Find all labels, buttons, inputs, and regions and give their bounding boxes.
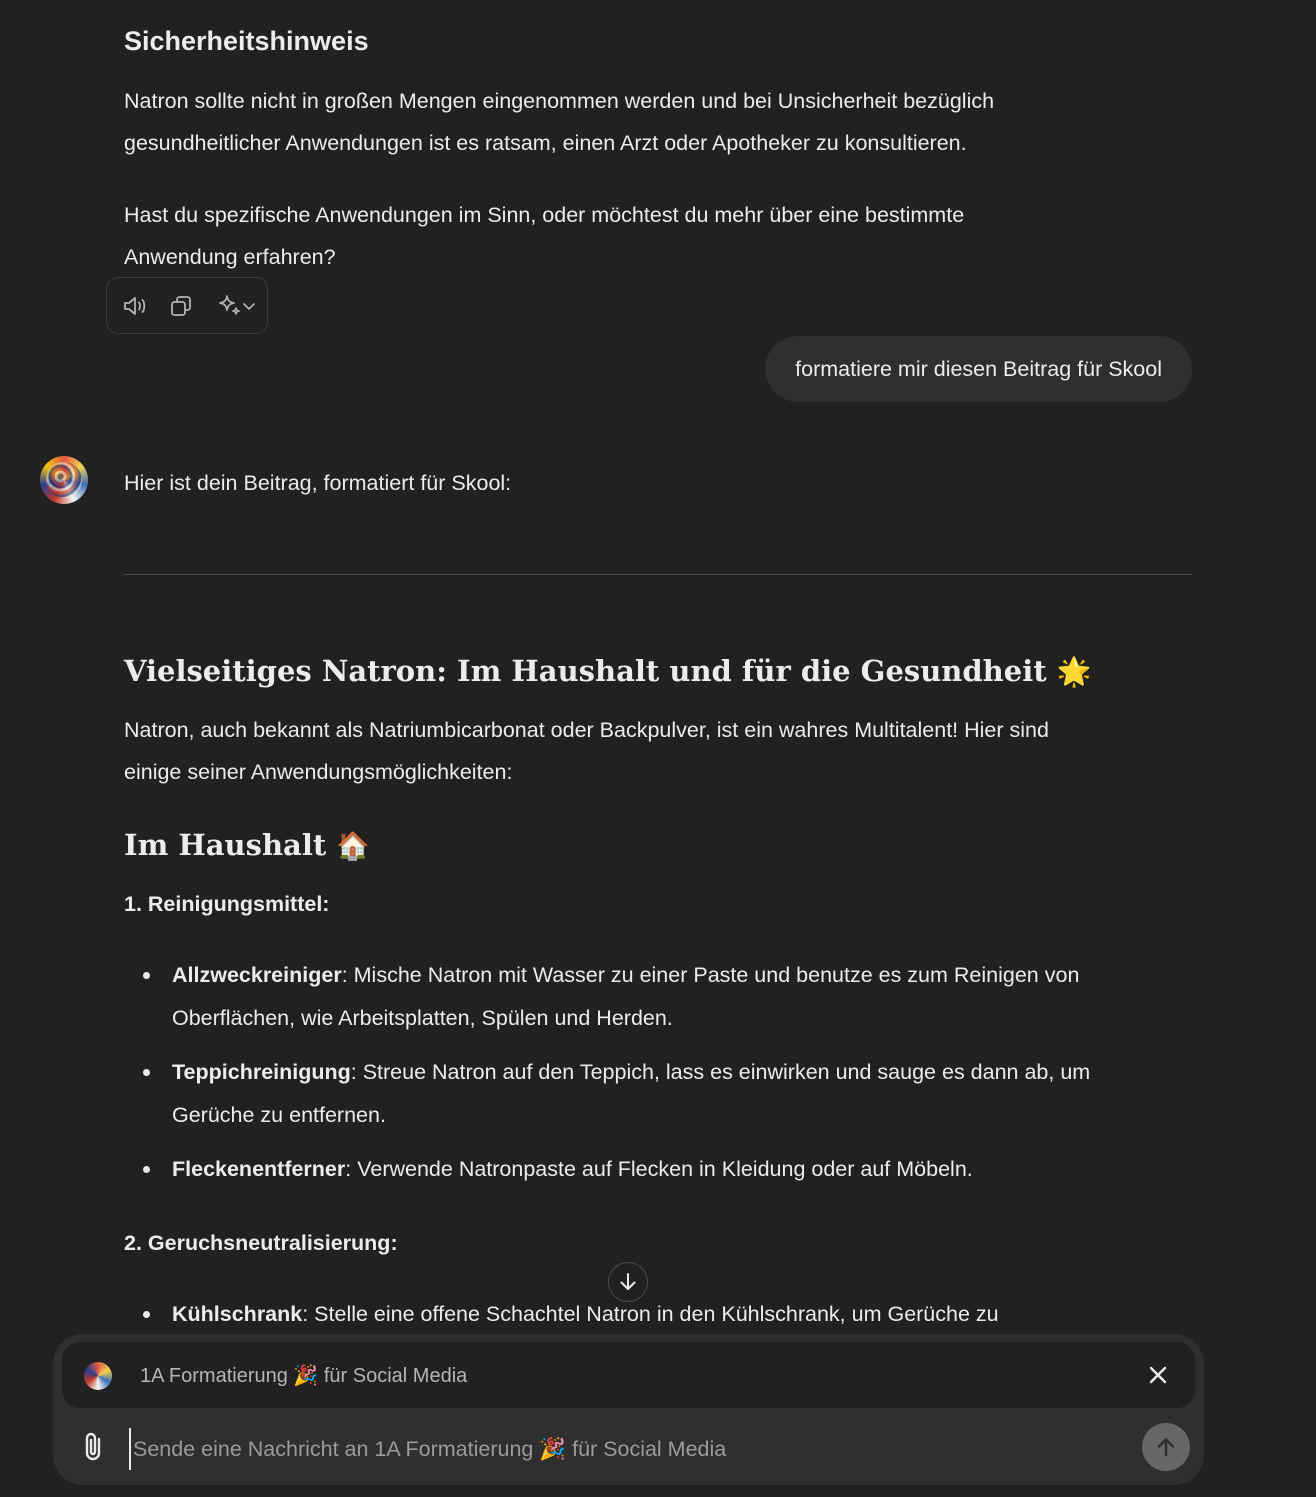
list-item: Teppichreinigung: Streue Natron auf den … xyxy=(124,1051,1192,1137)
list-item-term: Teppichreinigung xyxy=(172,1060,351,1084)
safety-heading: Sicherheitshinweis xyxy=(124,26,369,56)
gpt-name: 1A Formatierung 🎉 für Social Media xyxy=(140,1365,468,1387)
safety-line-1: Natron sollte nicht in großen Mengen ein… xyxy=(124,89,995,113)
list-item-text-cont: Oberflächen, wie Arbeitsplatten, Spülen … xyxy=(172,1006,673,1030)
odor-list: Kühlschrank: Stelle eine offene Schachte… xyxy=(124,1293,1192,1336)
safety-paragraph: Natron sollte nicht in großen Mengen ein… xyxy=(124,80,1192,164)
post-intro-line-1: Natron, auch bekannt als Natriumbicarbon… xyxy=(124,718,1049,742)
speaker-icon xyxy=(124,296,146,315)
message-actions-toolbar xyxy=(106,277,268,334)
list-item-term: Fleckenentferner xyxy=(172,1157,346,1181)
subheading-odor: 2. Geruchsneutralisierung: xyxy=(124,1231,398,1255)
list-item: Fleckenentferner: Verwende Natronpaste a… xyxy=(124,1148,1192,1191)
assistant-avatar xyxy=(40,456,88,504)
copy-icon xyxy=(171,295,191,316)
post-title: Vielseitiges Natron: Im Haushalt und für… xyxy=(124,654,1192,688)
user-message-bubble: formatiere mir diesen Beitrag für Skool xyxy=(765,336,1192,402)
odor-bullets: Kühlschrank: Stelle eine offene Schachte… xyxy=(124,1293,1192,1336)
followup-line-1: Hast du spezifische Anwendungen im Sinn,… xyxy=(124,203,965,227)
send-button[interactable] xyxy=(1142,1423,1190,1471)
subheading-cleaning: 1. Reinigungsmittel: xyxy=(124,892,330,916)
message-composer: 1A Formatierung 🎉 für Social Media xyxy=(53,1334,1204,1485)
list-item: Allzweckreiniger: Mische Natron mit Wass… xyxy=(124,954,1192,1040)
followup-line-2: Anwendung erfahren? xyxy=(124,245,336,269)
user-message-text: formatiere mir diesen Beitrag für Skool xyxy=(795,356,1162,381)
list-item: Kühlschrank: Stelle eine offene Schachte… xyxy=(124,1293,1192,1336)
regenerate-button[interactable] xyxy=(213,292,259,320)
arrow-up-icon xyxy=(1157,1438,1175,1457)
cleaning-list: Allzweckreiniger: Mische Natron mit Wass… xyxy=(124,954,1192,1191)
list-item-text: : Verwende Natronpaste auf Flecken in Kl… xyxy=(345,1157,973,1181)
post-intro: Natron, auch bekannt als Natriumbicarbon… xyxy=(124,709,1192,793)
assistant-intro: Hier ist dein Beitrag, formatiert für Sk… xyxy=(124,462,1192,504)
arrow-down-icon xyxy=(620,1273,636,1290)
close-icon[interactable] xyxy=(1145,1362,1171,1388)
chevron-down-icon xyxy=(243,302,255,310)
horizontal-rule xyxy=(124,574,1192,575)
list-item-text: : Mische Natron mit Wasser zu einer Past… xyxy=(341,963,1080,987)
list-item-term: Kühlschrank xyxy=(172,1302,303,1326)
list-item-term: Allzweckreiniger xyxy=(172,963,342,987)
section-heading-household: Im Haushalt 🏠 xyxy=(124,828,1192,862)
cleaning-bullets: Allzweckreiniger: Mische Natron mit Wass… xyxy=(124,954,1192,1191)
house-icon: 🏠 xyxy=(336,831,370,862)
gpt-avatar xyxy=(84,1362,112,1390)
sparkle-icon xyxy=(219,294,240,315)
star-icon: 🌟 xyxy=(1056,655,1092,688)
post-title-text: Vielseitiges Natron: Im Haushalt und für… xyxy=(124,654,1047,688)
section-heading-text: Im Haushalt xyxy=(124,828,327,862)
active-gpt-bar: 1A Formatierung 🎉 für Social Media xyxy=(62,1342,1195,1408)
copy-button[interactable] xyxy=(167,292,195,320)
list-item-text: : Stelle eine offene Schachtel Natron in… xyxy=(302,1302,999,1326)
paperclip-icon[interactable] xyxy=(79,1430,109,1464)
read-aloud-button[interactable] xyxy=(121,292,149,320)
scroll-to-bottom-button[interactable] xyxy=(608,1262,648,1302)
post-intro-line-2: einige seiner Anwendungsmöglichkeiten: xyxy=(124,760,513,784)
list-item-text: : Streue Natron auf den Teppich, lass es… xyxy=(350,1060,1091,1084)
list-item-text-cont: Gerüche zu entfernen. xyxy=(172,1103,386,1127)
assistant-intro-text: Hier ist dein Beitrag, formatiert für Sk… xyxy=(124,471,512,495)
message-input[interactable] xyxy=(129,1428,1135,1470)
safety-line-2: gesundheitlicher Anwendungen ist es rats… xyxy=(124,131,967,155)
followup-paragraph: Hast du spezifische Anwendungen im Sinn,… xyxy=(124,194,1192,278)
